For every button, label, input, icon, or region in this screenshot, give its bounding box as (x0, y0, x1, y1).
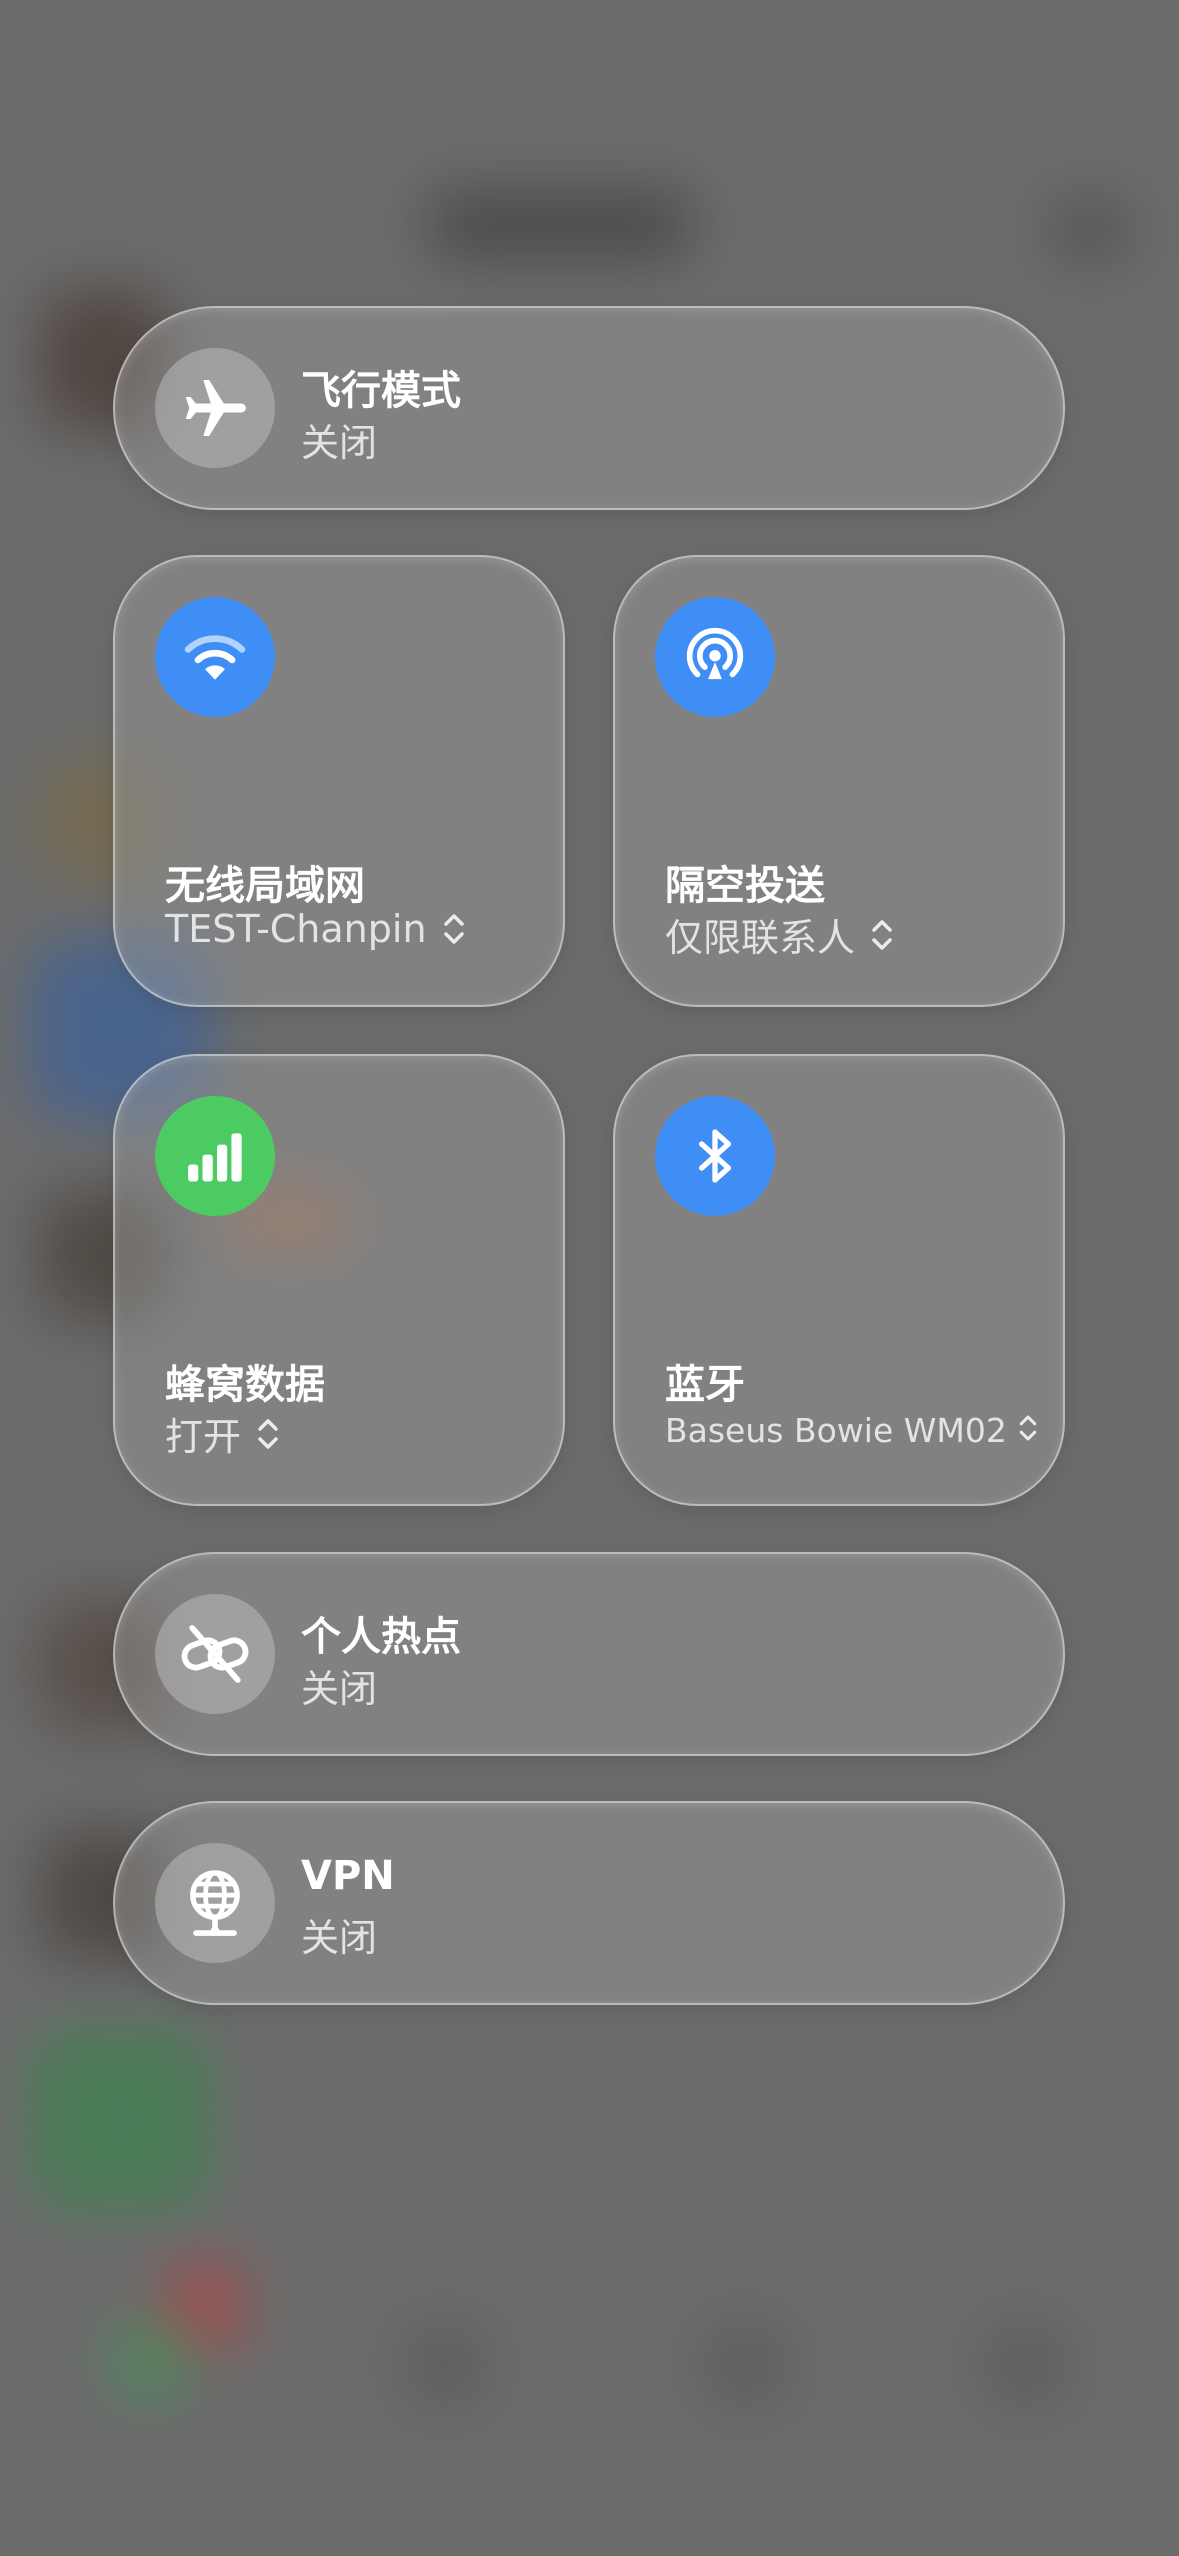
personal-hotspot-toggle[interactable]: 个人热点 关闭 (113, 1552, 1065, 1756)
bluetooth-icon (655, 1096, 775, 1216)
chevron-up-down-icon (441, 909, 467, 949)
hotspot-title: 个人热点 (301, 1614, 461, 1660)
hotspot-link-icon (155, 1594, 275, 1714)
cellular-status[interactable]: 打开 (165, 1406, 281, 1461)
wifi-toggle[interactable]: 无线局域网 TEST-Chanpin (113, 555, 565, 1007)
cellular-data-toggle[interactable]: 蜂窝数据 打开 (113, 1054, 565, 1506)
bluetooth-toggle[interactable]: 蓝牙 Baseus Bowie WM02 (613, 1054, 1065, 1506)
chevron-up-down-icon (869, 915, 895, 955)
bluetooth-title: 蓝牙 (665, 1362, 745, 1408)
airplane-mode-toggle[interactable]: 飞行模式 关闭 (113, 306, 1065, 510)
bluetooth-device-name: Baseus Bowie WM02 (665, 1410, 1007, 1450)
airplane-mode-title: 飞行模式 (301, 368, 461, 414)
wifi-network-name: TEST-Chanpin (165, 907, 427, 951)
cellular-title: 蜂窝数据 (165, 1362, 325, 1408)
vpn-globe-icon (155, 1843, 275, 1963)
airdrop-title: 隔空投送 (665, 863, 825, 909)
cellular-bars-icon (155, 1096, 275, 1216)
airdrop-icon (655, 597, 775, 717)
vpn-toggle[interactable]: VPN 关闭 (113, 1801, 1065, 2005)
bluetooth-device[interactable]: Baseus Bowie WM02 (665, 1410, 1043, 1450)
airplane-mode-status: 关闭 (301, 421, 378, 465)
airplane-icon (155, 348, 275, 468)
vpn-status: 关闭 (301, 1916, 378, 1960)
wifi-title: 无线局域网 (165, 863, 365, 909)
hotspot-status: 关闭 (301, 1667, 378, 1711)
airdrop-mode-value: 仅限联系人 (665, 916, 856, 960)
wifi-icon (155, 597, 275, 717)
airdrop-toggle[interactable]: 隔空投送 仅限联系人 (613, 555, 1065, 1007)
vpn-title: VPN (301, 1853, 395, 1899)
wifi-network[interactable]: TEST-Chanpin (165, 907, 467, 951)
cellular-status-value: 打开 (165, 1415, 242, 1459)
airdrop-mode[interactable]: 仅限联系人 (665, 907, 895, 962)
chevron-up-down-icon (1017, 1410, 1043, 1450)
chevron-up-down-icon (255, 1414, 281, 1454)
